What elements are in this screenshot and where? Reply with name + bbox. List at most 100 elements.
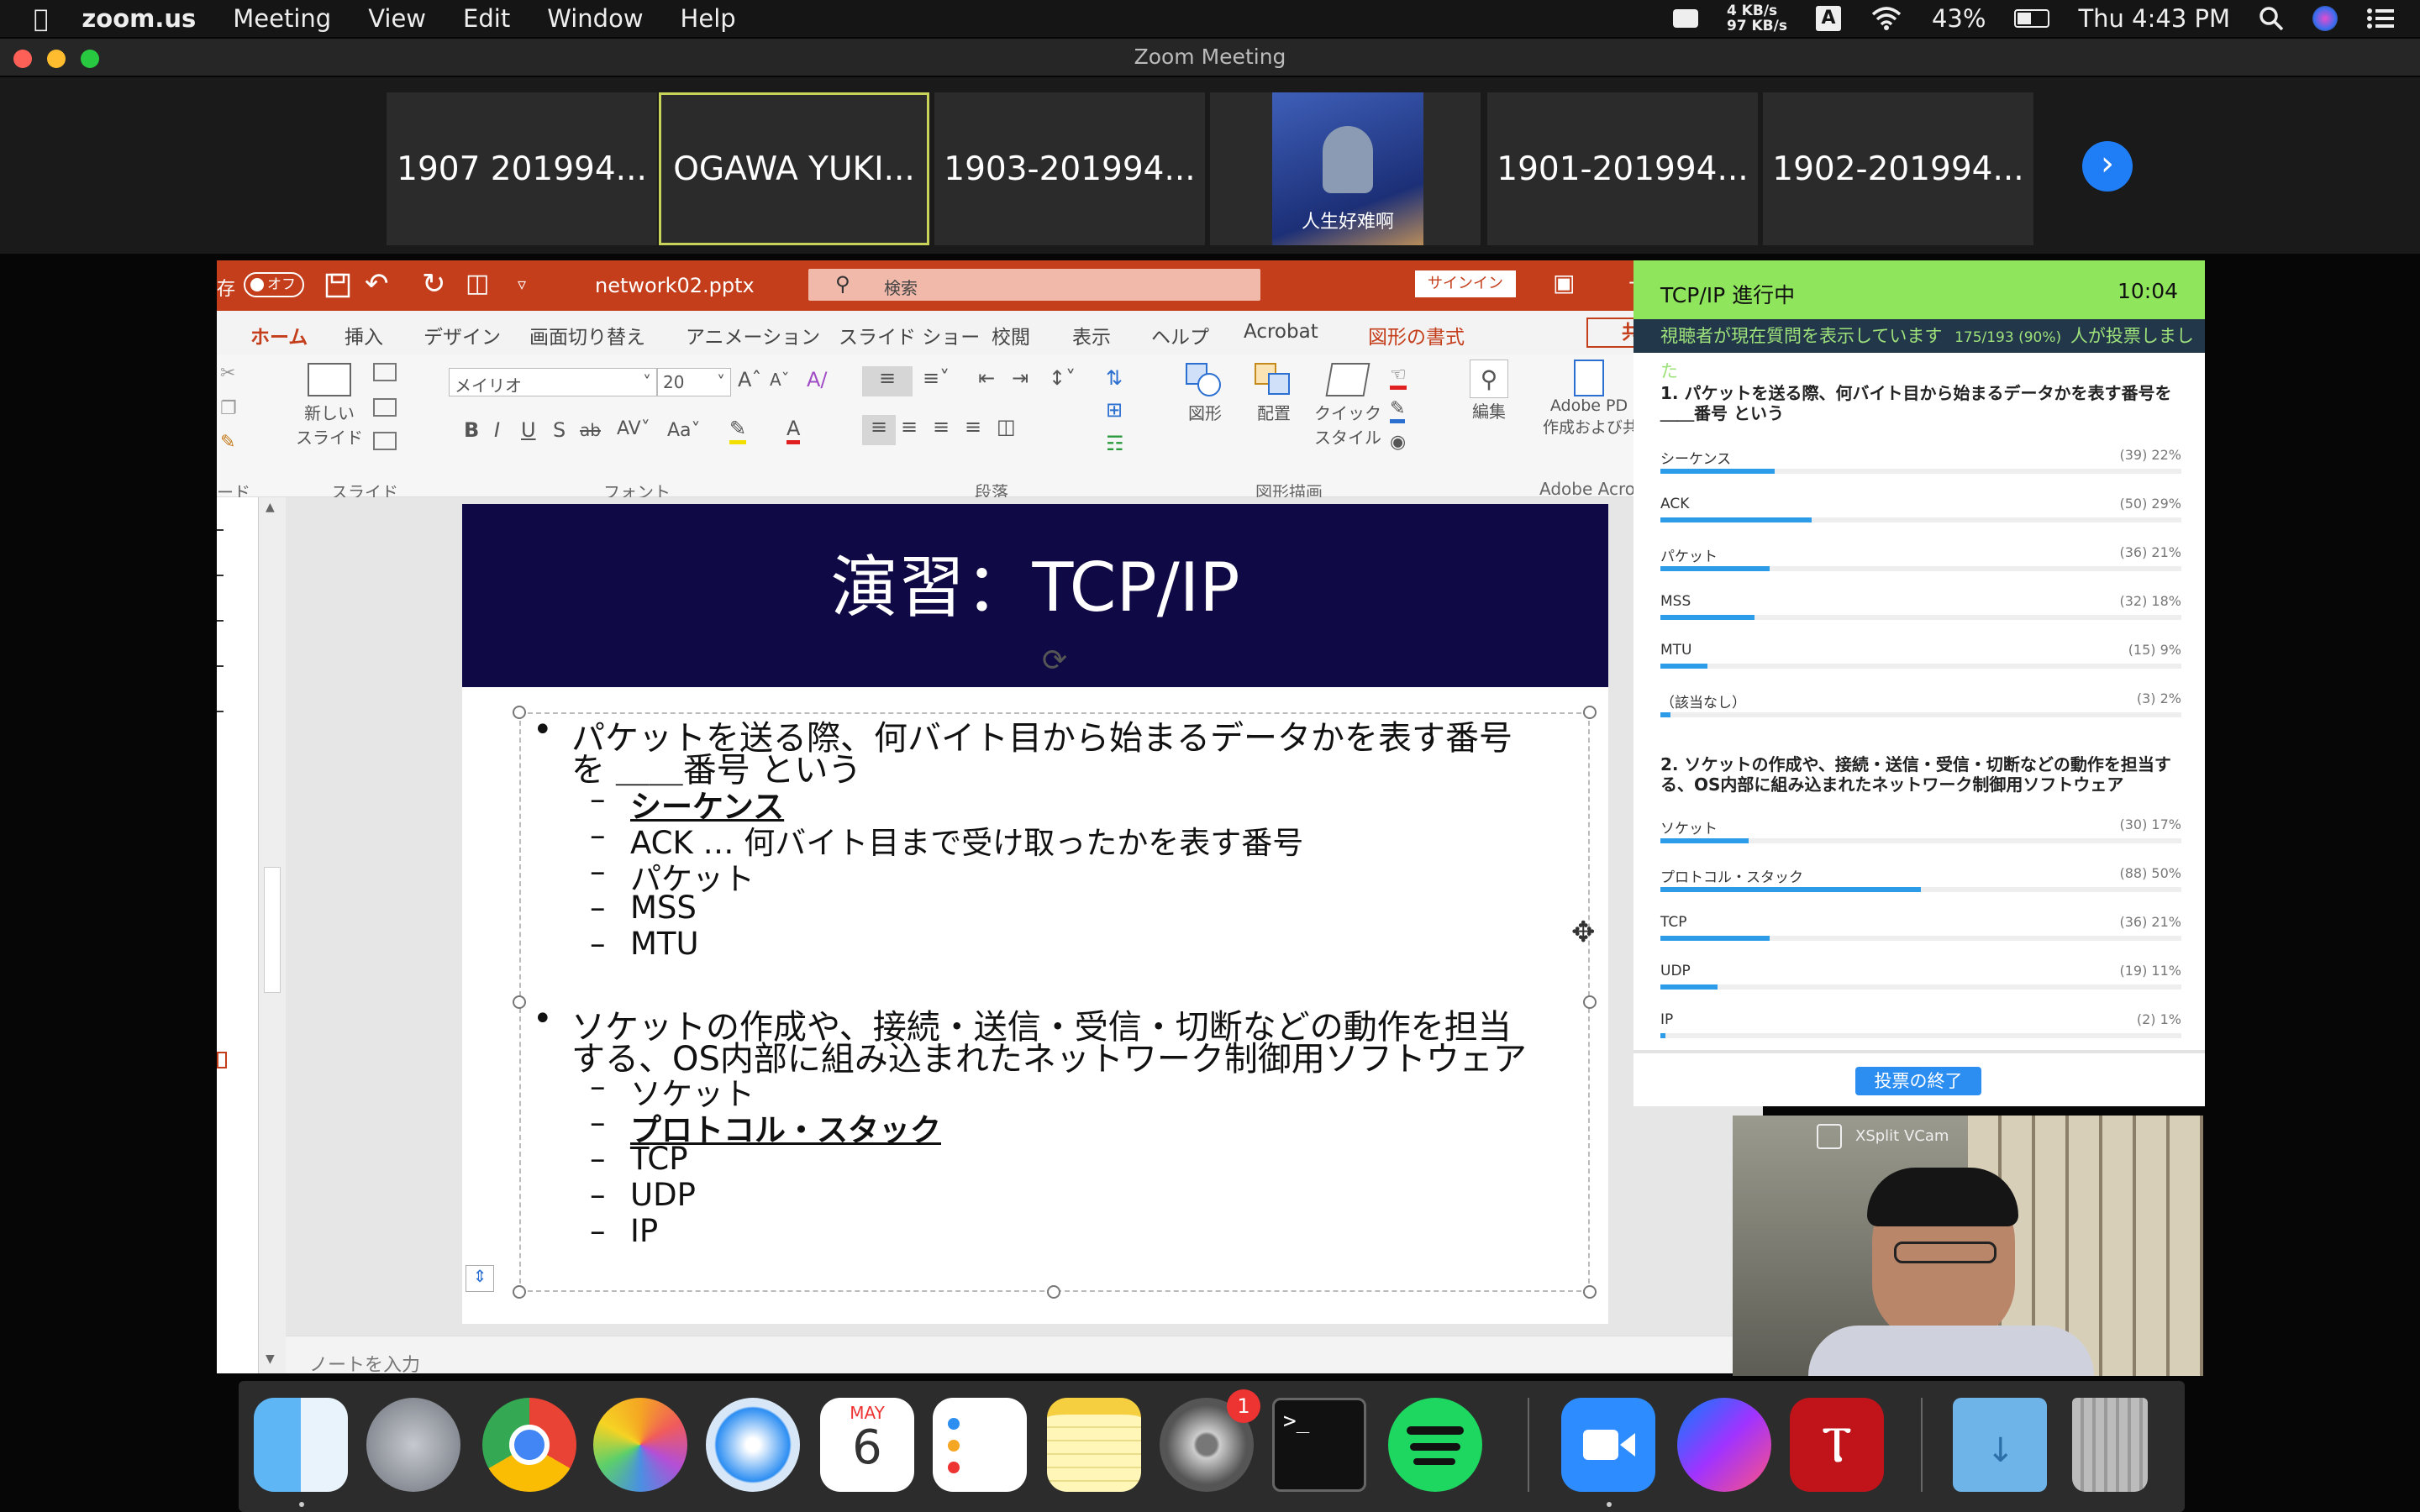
slide-title[interactable]: 演習：TCP/IP [462,504,1608,687]
tab-acrobat[interactable]: Acrobat [1244,321,1318,343]
tab-shape-format[interactable]: 図形の書式 [1368,321,1465,349]
align-left-button[interactable]: ≡ [862,415,896,445]
tab-design[interactable]: デザイン [424,321,501,349]
participant-tile-active-speaker[interactable]: OGAWA YUKI... [659,92,929,245]
section-icon[interactable] [373,432,397,450]
tab-home[interactable]: ホーム [250,321,308,358]
redo-icon[interactable]: ↻ [422,267,446,301]
numbering-button[interactable]: ≡˅ [923,366,950,390]
menu-window[interactable]: Window [547,4,643,33]
justify-icon[interactable]: ≡ [965,415,981,438]
resize-handle[interactable] [513,995,526,1009]
clock[interactable]: Thu 4:43 PM [2078,4,2230,33]
present-icon[interactable]: ◫ [466,269,489,298]
slide[interactable]: 演習：TCP/IP ⟳ ⇕ • パケットを送る際、何バイト目から始まるデータかを… [462,504,1608,1324]
text-direction-icon[interactable]: ⇅ [1106,366,1123,390]
italic-button[interactable]: I [494,418,500,442]
strikethrough-button[interactable]: ab [580,420,601,440]
reset-icon[interactable] [373,398,397,417]
clear-format-icon[interactable]: A∕ [807,368,828,391]
sub-item[interactable]: TCP [630,1141,688,1177]
tab-view[interactable]: 表示 [1072,321,1111,349]
columns-icon[interactable]: ◫ [997,415,1016,438]
tab-insert[interactable]: 挿入 [345,321,383,349]
participant-tile[interactable]: 1902-201994... [1763,92,2033,245]
menu-help[interactable]: Help [681,4,736,33]
smartart-icon[interactable]: ☶ [1106,432,1124,455]
sub-item[interactable]: IP [630,1213,658,1249]
search-box[interactable]: ⚲ 検索 [808,269,1260,301]
underline-button[interactable]: U [521,418,536,442]
font-color-icon[interactable]: A [786,417,801,444]
menu-view[interactable]: View [368,4,426,33]
calendar-icon[interactable]: MAY 6 [820,1398,914,1492]
battery-icon[interactable] [2014,9,2050,28]
notes-icon[interactable] [1047,1398,1141,1492]
shape-fill-icon[interactable]: ☜ [1390,365,1407,390]
system-preferences-icon[interactable]: 1 [1160,1389,1260,1492]
resize-handle[interactable] [513,1285,526,1299]
spacing-button[interactable]: AV˅ [617,418,650,439]
undo-icon[interactable]: ↶ [365,267,389,301]
bullets-button[interactable]: ≡ [862,366,913,396]
close-window-button[interactable] [13,50,32,68]
trash-icon[interactable] [2072,1398,2148,1492]
layout-icon[interactable] [373,363,397,381]
autosave-toggle[interactable]: オフ [244,272,304,297]
finder-icon[interactable] [254,1398,348,1492]
new-slide-button[interactable]: 新しい スライド [296,360,363,460]
notes-pane[interactable]: ノートを入力 [286,1336,1763,1373]
participant-tile[interactable]: 1907 201994... [387,92,657,245]
shape-outline-icon[interactable]: ✎ [1390,398,1406,423]
siri-icon[interactable] [2312,6,2338,31]
notification-center-icon[interactable] [2366,7,2395,30]
shape-effects-icon[interactable]: ◉ [1390,432,1406,453]
shapes-button[interactable]: 図形 [1180,360,1230,424]
participant-tile[interactable]: 1901-201994... [1487,92,1758,245]
spotify-icon[interactable] [1388,1398,1482,1492]
adobe-pdf-button[interactable]: Adobe PD 作成および共 [1543,360,1639,438]
acrobat-reader-icon[interactable]: Ⲧ [1790,1398,1884,1492]
sub-item[interactable]: MSS [630,890,697,926]
cut-icon[interactable]: ✂ [220,363,235,384]
menu-edit[interactable]: Edit [463,4,510,33]
highlight-icon[interactable]: ✎ [729,417,747,444]
scroll-up-icon[interactable]: ▲ [266,501,275,514]
font-size-select[interactable]: 20 ˅ [657,368,731,396]
camera-status-icon[interactable] [1672,9,1698,28]
maximize-window-button[interactable] [81,50,99,68]
input-source-icon[interactable]: A [1815,6,1841,31]
resize-handle[interactable] [1047,1285,1060,1299]
resize-handle[interactable] [513,706,526,719]
participant-video-tile[interactable]: 人生好难啊 [1210,92,1481,245]
align-text-icon[interactable]: ⊞ [1106,398,1123,422]
line-spacing-icon[interactable]: ↕˅ [1049,366,1076,390]
menu-meeting[interactable]: Meeting [233,4,331,33]
reminders-icon[interactable] [933,1398,1027,1492]
next-page-button[interactable]: › [2082,141,2133,192]
photos-icon[interactable] [593,1398,687,1492]
resize-handle[interactable] [1583,1285,1597,1299]
tab-animations[interactable]: アニメーション [686,321,820,349]
downloads-folder-icon[interactable]: ↓ [1953,1398,2047,1492]
format-painter-icon[interactable]: ✎ [220,432,235,453]
tab-help[interactable]: ヘルプ [1151,321,1209,349]
decrease-font-icon[interactable]: Aˇ [770,370,790,390]
bold-button[interactable]: B [464,418,479,442]
sub-item[interactable]: UDP [630,1177,696,1213]
safari-icon[interactable] [706,1398,800,1492]
rotate-handle-icon[interactable]: ⟳ [1042,643,1067,678]
minimize-window-button[interactable] [47,50,66,68]
terminal-icon[interactable]: >_ [1272,1398,1366,1492]
decrease-indent-icon[interactable]: ⇤ [978,366,995,390]
wifi-icon[interactable] [1870,6,1903,31]
autofit-options-icon[interactable]: ⇕ [466,1265,494,1292]
increase-font-icon[interactable]: Aˆ [738,368,761,391]
save-icon[interactable] [324,272,351,299]
zoom-icon[interactable] [1561,1398,1655,1492]
copy-icon[interactable]: ❐ [220,398,237,419]
shadow-button[interactable]: S [553,418,566,442]
font-name-select[interactable]: メイリオ ˅ [449,368,657,396]
tab-slideshow[interactable]: スライド ショー [839,321,980,349]
change-case-button[interactable]: Aa˅ [667,420,701,441]
